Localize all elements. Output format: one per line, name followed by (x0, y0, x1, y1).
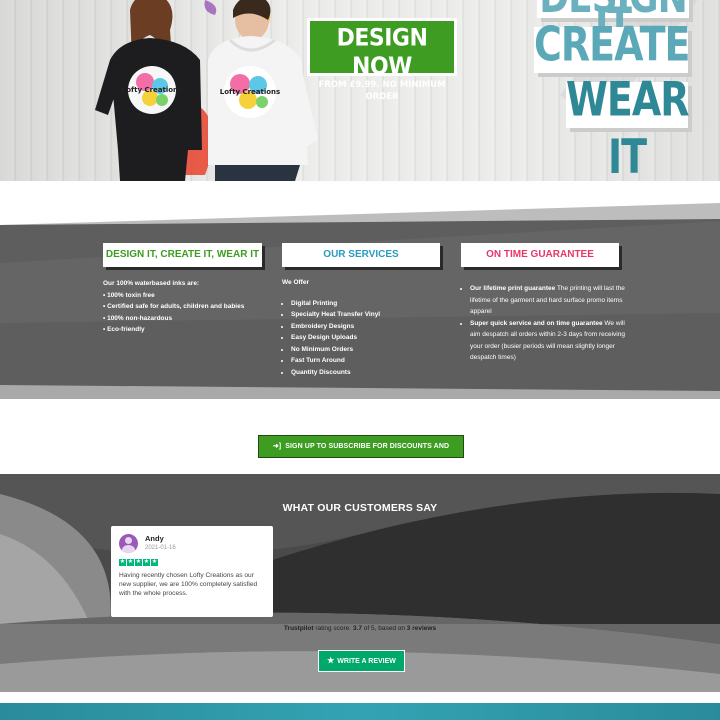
subscribe-button[interactable]: ➜] SIGN UP TO SUBSCRIBE FOR DISCOUNTS AND… (258, 435, 464, 471)
inks-info: Our 100% waterbased inks are: • 100% tox… (103, 278, 273, 336)
service-item: No Minimum Orders (291, 344, 442, 356)
slogan-create-it: CREATE IT (534, 16, 690, 129)
trust-score: 3.7 (352, 625, 362, 632)
reviewer-name: Andy (145, 534, 164, 543)
guarantee-item: Our lifetime print guarantee The printin… (470, 283, 631, 318)
avatar (119, 534, 138, 553)
card-design-it: DESIGN IT, CREATE IT, WEAR IT (103, 243, 262, 267)
guarantee-list: Our lifetime print guarantee The printin… (461, 283, 631, 364)
service-item: Digital Printing (291, 298, 442, 310)
guarantee-item: Super quick service and on time guarante… (470, 318, 631, 364)
service-item: Embroidery Designs (291, 321, 442, 333)
card-our-services: OUR SERVICES (282, 243, 440, 267)
design-now-button[interactable]: DESIGN NOW FROM £9.99. NO MINIMUM ORDER (307, 18, 457, 102)
inks-item: • 100% toxin free (103, 291, 155, 299)
hero-models-image: Lofty Creations Lofty Creations (95, 0, 318, 181)
services-list: Digital Printing Specialty Heat Transfer… (282, 298, 442, 379)
shirt-print-text-2: Lofty Creations (220, 88, 280, 96)
inks-item: • 100% non-hazardous (103, 314, 173, 322)
trust-count[interactable]: 3 reviews (407, 625, 436, 632)
footer-strip (0, 703, 720, 720)
star-icon: ★ (151, 559, 158, 566)
trustpilot-score-line: Trustpilot rating score: 3.7 of 5, based… (283, 625, 437, 632)
services-info: We Offer Digital Printing Specialty Heat… (282, 277, 442, 378)
review-text: Having recently chosen Lofty Creations a… (119, 572, 258, 597)
inks-intro: Our 100% waterbased inks are: (103, 280, 200, 287)
card-on-time-guarantee: ON TIME GUARANTEE (461, 243, 619, 267)
inks-item: • Certified safe for adults, children an… (103, 303, 245, 310)
slogan-wear-it: WEAR IT (566, 71, 690, 181)
design-now-subtitle: FROM £9.99. NO MINIMUM ORDER (318, 80, 446, 102)
shirt-print-text-1: Lofty Creations (122, 86, 182, 94)
reviews-title: WHAT OUR CUSTOMERS SAY (282, 502, 438, 514)
trustpilot-brand[interactable]: Trustpilot (284, 625, 314, 632)
star-icon: ★ (327, 656, 335, 665)
design-now-title: DESIGN NOW (336, 24, 428, 81)
service-item: Easy Design Uploads (291, 332, 442, 344)
review-date: 2021-01-16 (145, 545, 176, 551)
sign-in-icon: ➜] (272, 443, 282, 450)
service-item: Fast Turn Around (291, 355, 442, 367)
inks-item: • Eco-friendly (103, 326, 145, 333)
star-icon: ★ (127, 559, 134, 566)
star-rating: ★ ★ ★ ★ ★ (119, 559, 158, 566)
services-intro: We Offer (282, 279, 309, 286)
star-icon: ★ (119, 559, 126, 566)
write-review-button[interactable]: ★ WRITE A REVIEW (318, 650, 405, 672)
write-review-label: WRITE A REVIEW (337, 658, 396, 665)
service-item: Quantity Discounts (291, 367, 442, 379)
star-icon: ★ (143, 559, 150, 566)
star-icon: ★ (135, 559, 142, 566)
service-item: Specialty Heat Transfer Vinyl (291, 309, 442, 321)
review-card: Andy 2021-01-16 ★ ★ ★ ★ ★ Having recentl… (111, 526, 273, 617)
guarantee-info: Our lifetime print guarantee The printin… (461, 283, 631, 364)
hero-banner: Lofty Creations Lofty Creations DESIGN N… (0, 0, 720, 181)
subscribe-label: SIGN UP TO SUBSCRIBE FOR DISCOUNTS AND O… (285, 443, 450, 471)
